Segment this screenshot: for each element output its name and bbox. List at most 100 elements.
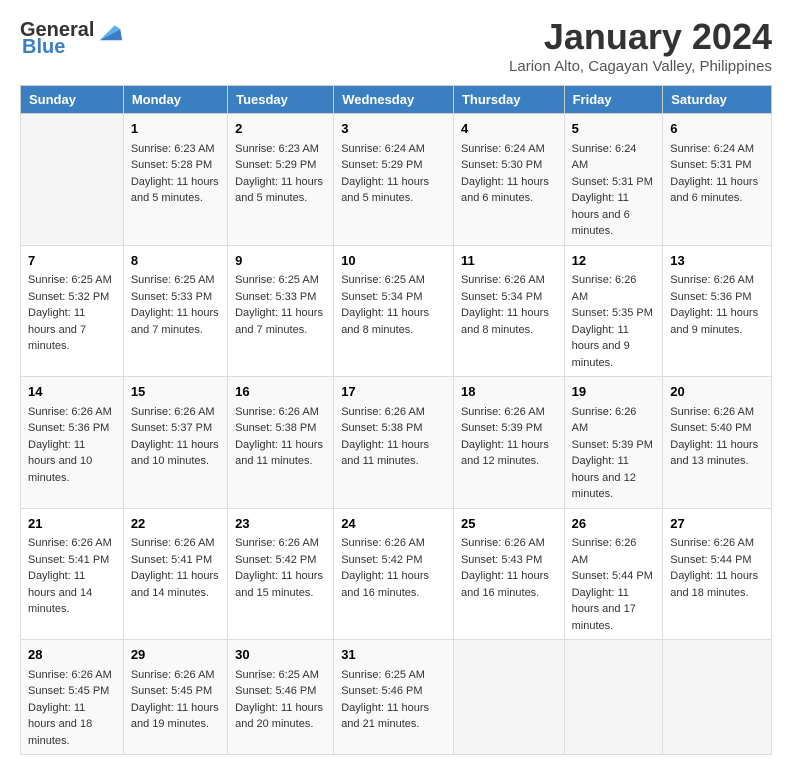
cell-content: Sunrise: 6:26 AMSunset: 5:40 PMDaylight:…	[670, 404, 764, 470]
sunrise-text: Sunrise: 6:26 AM	[28, 404, 116, 421]
sunrise-text: Sunrise: 6:25 AM	[235, 667, 326, 684]
cell-content: Sunrise: 6:25 AMSunset: 5:32 PMDaylight:…	[28, 272, 116, 355]
day-number: 28	[28, 645, 116, 665]
sunrise-text: Sunrise: 6:26 AM	[670, 535, 764, 552]
calendar-cell: 15Sunrise: 6:26 AMSunset: 5:37 PMDayligh…	[123, 377, 227, 509]
month-title: January 2024	[509, 16, 772, 58]
day-number: 11	[461, 251, 557, 271]
daylight-text: Daylight: 11 hours and 7 minutes.	[235, 305, 326, 338]
sunrise-text: Sunrise: 6:26 AM	[461, 272, 557, 289]
calendar-cell	[21, 114, 124, 246]
cell-content: Sunrise: 6:26 AMSunset: 5:34 PMDaylight:…	[461, 272, 557, 338]
calendar-week-1: 1Sunrise: 6:23 AMSunset: 5:28 PMDaylight…	[21, 114, 772, 246]
sunrise-text: Sunrise: 6:24 AM	[670, 141, 764, 158]
sunset-text: Sunset: 5:31 PM	[572, 174, 656, 191]
calendar-cell: 12Sunrise: 6:26 AMSunset: 5:35 PMDayligh…	[564, 245, 663, 377]
day-number: 4	[461, 119, 557, 139]
header-day-tuesday: Tuesday	[228, 86, 334, 114]
cell-content: Sunrise: 6:25 AMSunset: 5:33 PMDaylight:…	[131, 272, 220, 338]
calendar-cell: 29Sunrise: 6:26 AMSunset: 5:45 PMDayligh…	[123, 640, 227, 755]
title-block: January 2024 Larion Alto, Cagayan Valley…	[509, 16, 772, 75]
calendar-cell: 2Sunrise: 6:23 AMSunset: 5:29 PMDaylight…	[228, 114, 334, 246]
calendar-week-2: 7Sunrise: 6:25 AMSunset: 5:32 PMDaylight…	[21, 245, 772, 377]
daylight-text: Daylight: 11 hours and 11 minutes.	[235, 437, 326, 470]
sunset-text: Sunset: 5:37 PM	[131, 420, 220, 437]
daylight-text: Daylight: 11 hours and 5 minutes.	[235, 174, 326, 207]
sunset-text: Sunset: 5:41 PM	[28, 552, 116, 569]
header-day-thursday: Thursday	[453, 86, 564, 114]
day-number: 8	[131, 251, 220, 271]
daylight-text: Daylight: 11 hours and 12 minutes.	[572, 453, 656, 503]
calendar-week-5: 28Sunrise: 6:26 AMSunset: 5:45 PMDayligh…	[21, 640, 772, 755]
day-number: 23	[235, 514, 326, 534]
sunrise-text: Sunrise: 6:23 AM	[235, 141, 326, 158]
calendar-cell: 19Sunrise: 6:26 AMSunset: 5:39 PMDayligh…	[564, 377, 663, 509]
page-header: General Blue January 2024 Larion Alto, C…	[20, 16, 772, 75]
sunset-text: Sunset: 5:31 PM	[670, 157, 764, 174]
day-number: 18	[461, 382, 557, 402]
sunrise-text: Sunrise: 6:24 AM	[341, 141, 446, 158]
day-number: 27	[670, 514, 764, 534]
day-number: 2	[235, 119, 326, 139]
daylight-text: Daylight: 11 hours and 11 minutes.	[341, 437, 446, 470]
sunset-text: Sunset: 5:34 PM	[341, 289, 446, 306]
sunrise-text: Sunrise: 6:26 AM	[572, 272, 656, 305]
sunset-text: Sunset: 5:39 PM	[572, 437, 656, 454]
cell-content: Sunrise: 6:25 AMSunset: 5:34 PMDaylight:…	[341, 272, 446, 338]
calendar-cell: 1Sunrise: 6:23 AMSunset: 5:28 PMDaylight…	[123, 114, 227, 246]
calendar-cell: 25Sunrise: 6:26 AMSunset: 5:43 PMDayligh…	[453, 508, 564, 640]
day-number: 30	[235, 645, 326, 665]
calendar-cell	[663, 640, 772, 755]
day-number: 22	[131, 514, 220, 534]
sunset-text: Sunset: 5:36 PM	[28, 420, 116, 437]
sunset-text: Sunset: 5:46 PM	[341, 683, 446, 700]
sunrise-text: Sunrise: 6:26 AM	[131, 404, 220, 421]
sunset-text: Sunset: 5:35 PM	[572, 305, 656, 322]
calendar-cell: 30Sunrise: 6:25 AMSunset: 5:46 PMDayligh…	[228, 640, 334, 755]
cell-content: Sunrise: 6:26 AMSunset: 5:41 PMDaylight:…	[131, 535, 220, 601]
day-number: 14	[28, 382, 116, 402]
cell-content: Sunrise: 6:24 AMSunset: 5:31 PMDaylight:…	[572, 141, 656, 240]
daylight-text: Daylight: 11 hours and 7 minutes.	[131, 305, 220, 338]
cell-content: Sunrise: 6:26 AMSunset: 5:39 PMDaylight:…	[572, 404, 656, 503]
sunset-text: Sunset: 5:28 PM	[131, 157, 220, 174]
sunset-text: Sunset: 5:43 PM	[461, 552, 557, 569]
day-number: 21	[28, 514, 116, 534]
logo: General Blue	[20, 16, 124, 59]
sunrise-text: Sunrise: 6:26 AM	[235, 404, 326, 421]
sunset-text: Sunset: 5:42 PM	[235, 552, 326, 569]
sunset-text: Sunset: 5:38 PM	[235, 420, 326, 437]
cell-content: Sunrise: 6:25 AMSunset: 5:46 PMDaylight:…	[341, 667, 446, 733]
cell-content: Sunrise: 6:26 AMSunset: 5:37 PMDaylight:…	[131, 404, 220, 470]
calendar-cell: 11Sunrise: 6:26 AMSunset: 5:34 PMDayligh…	[453, 245, 564, 377]
header-day-wednesday: Wednesday	[334, 86, 454, 114]
calendar-cell: 10Sunrise: 6:25 AMSunset: 5:34 PMDayligh…	[334, 245, 454, 377]
sunrise-text: Sunrise: 6:23 AM	[131, 141, 220, 158]
sunrise-text: Sunrise: 6:26 AM	[235, 535, 326, 552]
cell-content: Sunrise: 6:23 AMSunset: 5:28 PMDaylight:…	[131, 141, 220, 207]
day-number: 31	[341, 645, 446, 665]
sunrise-text: Sunrise: 6:26 AM	[131, 667, 220, 684]
sunset-text: Sunset: 5:45 PM	[131, 683, 220, 700]
calendar-cell	[564, 640, 663, 755]
day-number: 1	[131, 119, 220, 139]
sunrise-text: Sunrise: 6:25 AM	[235, 272, 326, 289]
daylight-text: Daylight: 11 hours and 15 minutes.	[235, 568, 326, 601]
calendar-cell: 28Sunrise: 6:26 AMSunset: 5:45 PMDayligh…	[21, 640, 124, 755]
sunrise-text: Sunrise: 6:26 AM	[341, 535, 446, 552]
daylight-text: Daylight: 11 hours and 13 minutes.	[670, 437, 764, 470]
sunrise-text: Sunrise: 6:26 AM	[28, 535, 116, 552]
daylight-text: Daylight: 11 hours and 18 minutes.	[670, 568, 764, 601]
cell-content: Sunrise: 6:25 AMSunset: 5:33 PMDaylight:…	[235, 272, 326, 338]
day-number: 3	[341, 119, 446, 139]
day-number: 10	[341, 251, 446, 271]
cell-content: Sunrise: 6:24 AMSunset: 5:29 PMDaylight:…	[341, 141, 446, 207]
daylight-text: Daylight: 11 hours and 6 minutes.	[461, 174, 557, 207]
daylight-text: Daylight: 11 hours and 10 minutes.	[131, 437, 220, 470]
calendar-cell: 24Sunrise: 6:26 AMSunset: 5:42 PMDayligh…	[334, 508, 454, 640]
sunrise-text: Sunrise: 6:26 AM	[461, 404, 557, 421]
calendar-cell: 20Sunrise: 6:26 AMSunset: 5:40 PMDayligh…	[663, 377, 772, 509]
cell-content: Sunrise: 6:26 AMSunset: 5:38 PMDaylight:…	[341, 404, 446, 470]
day-number: 20	[670, 382, 764, 402]
calendar-cell: 16Sunrise: 6:26 AMSunset: 5:38 PMDayligh…	[228, 377, 334, 509]
